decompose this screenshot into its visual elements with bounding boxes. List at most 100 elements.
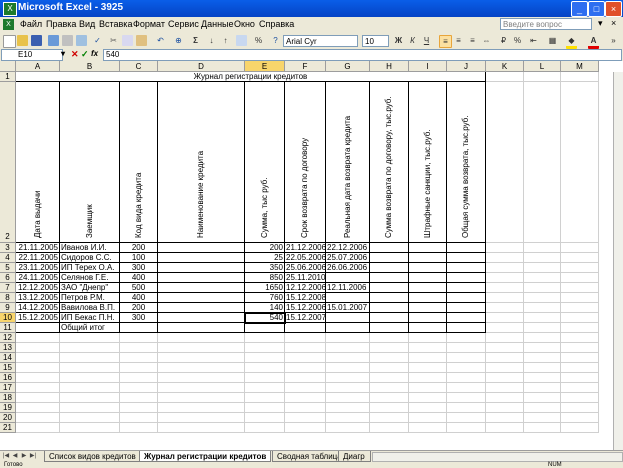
cell[interactable] — [409, 363, 447, 373]
table-cell[interactable]: 22.12.2006 — [326, 243, 370, 253]
menu-chevron-icon[interactable]: ▾ — [598, 18, 603, 29]
vertical-scrollbar[interactable] — [613, 72, 623, 450]
cell[interactable] — [285, 353, 326, 363]
cell[interactable] — [16, 363, 60, 373]
cell[interactable] — [409, 343, 447, 353]
table-cell[interactable]: 400 — [120, 273, 158, 283]
table-cell[interactable]: 22.11.2005 — [16, 253, 60, 263]
cell[interactable] — [326, 423, 370, 433]
cell[interactable] — [524, 403, 561, 413]
cell[interactable] — [447, 383, 486, 393]
cell[interactable] — [561, 393, 599, 403]
table-cell[interactable] — [370, 263, 409, 273]
cell[interactable] — [120, 403, 158, 413]
cell[interactable] — [561, 423, 599, 433]
total-cell[interactable] — [409, 323, 447, 333]
cell[interactable] — [486, 273, 524, 283]
table-cell[interactable] — [447, 243, 486, 253]
cell[interactable] — [561, 293, 599, 303]
cell[interactable] — [447, 373, 486, 383]
table-cell[interactable]: 23.11.2005 — [16, 263, 60, 273]
cell[interactable] — [16, 373, 60, 383]
cell[interactable] — [285, 403, 326, 413]
cell[interactable] — [326, 373, 370, 383]
table-cell[interactable] — [447, 273, 486, 283]
table-cell[interactable]: 15.12.2008 — [285, 293, 326, 303]
cell[interactable] — [16, 413, 60, 423]
column-header-l[interactable]: L — [524, 61, 561, 72]
menu-insert[interactable]: Вставка — [99, 19, 132, 29]
menu-tools[interactable]: Сервис — [168, 19, 199, 29]
cell[interactable] — [60, 423, 120, 433]
table-cell[interactable] — [409, 243, 447, 253]
cell[interactable] — [120, 413, 158, 423]
row-header-20[interactable]: 20 — [0, 413, 16, 423]
cell[interactable] — [120, 343, 158, 353]
cell[interactable] — [120, 423, 158, 433]
table-cell[interactable]: 21.12.2006 — [285, 243, 326, 253]
table-cell[interactable] — [158, 293, 245, 303]
column-header-g[interactable]: G — [326, 61, 370, 72]
table-cell[interactable] — [447, 283, 486, 293]
cell[interactable] — [524, 373, 561, 383]
hyperlink-icon[interactable]: ⊕ — [173, 35, 184, 46]
column-header-a[interactable]: A — [16, 61, 60, 72]
row-header-14[interactable]: 14 — [0, 353, 16, 363]
cell[interactable] — [409, 393, 447, 403]
cell[interactable] — [409, 423, 447, 433]
table-cell[interactable]: 760 — [245, 293, 285, 303]
column-title-cell[interactable]: Сумма, тыс руб. — [245, 82, 285, 243]
cell[interactable] — [486, 303, 524, 313]
save-icon[interactable] — [31, 35, 42, 46]
cell[interactable] — [158, 343, 245, 353]
cell[interactable] — [158, 333, 245, 343]
cell[interactable] — [370, 423, 409, 433]
copy-icon[interactable] — [122, 35, 133, 46]
cell[interactable] — [524, 82, 561, 243]
table-cell[interactable]: 12.12.2006 — [285, 283, 326, 293]
table-cell[interactable] — [409, 263, 447, 273]
cell[interactable] — [524, 293, 561, 303]
table-cell[interactable]: 15.01.2007 — [326, 303, 370, 313]
menu-file[interactable]: Файл — [20, 19, 42, 29]
horizontal-scrollbar[interactable] — [372, 452, 623, 462]
cell[interactable] — [447, 403, 486, 413]
table-cell[interactable]: 12.11.2006 — [326, 283, 370, 293]
menu-edit[interactable]: Правка — [46, 19, 76, 29]
table-cell[interactable]: 350 — [245, 263, 285, 273]
cell[interactable] — [447, 353, 486, 363]
cell[interactable] — [561, 72, 599, 82]
cell[interactable] — [524, 383, 561, 393]
cell[interactable] — [370, 363, 409, 373]
select-all-corner[interactable] — [0, 61, 16, 72]
cell[interactable] — [60, 393, 120, 403]
table-cell[interactable]: 500 — [120, 283, 158, 293]
row-header-15[interactable]: 15 — [0, 363, 16, 373]
table-cell[interactable]: 140 — [245, 303, 285, 313]
zoom-icon[interactable]: % — [253, 35, 264, 46]
minimize-button[interactable]: _ — [571, 1, 588, 17]
name-box-dropdown-icon[interactable]: ▾ — [61, 49, 65, 58]
cell[interactable] — [561, 413, 599, 423]
cell[interactable] — [158, 383, 245, 393]
cell[interactable] — [486, 243, 524, 253]
table-cell[interactable] — [447, 313, 486, 323]
column-title-cell[interactable]: Штрафные санкции, тыс.руб. — [409, 82, 447, 243]
table-cell[interactable]: 25 — [245, 253, 285, 263]
cell[interactable] — [120, 373, 158, 383]
table-cell[interactable]: 24.11.2005 — [16, 273, 60, 283]
print-icon[interactable] — [62, 35, 73, 46]
total-cell[interactable] — [245, 323, 285, 333]
row-header-16[interactable]: 16 — [0, 373, 16, 383]
open-icon[interactable] — [17, 35, 28, 46]
column-header-j[interactable]: J — [447, 61, 486, 72]
tab-pivot-table[interactable]: Сводная таблица — [272, 451, 347, 462]
cell[interactable] — [245, 403, 285, 413]
cell[interactable] — [158, 353, 245, 363]
font-size-select[interactable]: 10 — [362, 35, 389, 47]
merge-center-icon[interactable]: ⇔ — [481, 35, 492, 46]
cell[interactable] — [60, 403, 120, 413]
cell[interactable] — [158, 413, 245, 423]
cell[interactable] — [561, 253, 599, 263]
cell[interactable] — [409, 383, 447, 393]
